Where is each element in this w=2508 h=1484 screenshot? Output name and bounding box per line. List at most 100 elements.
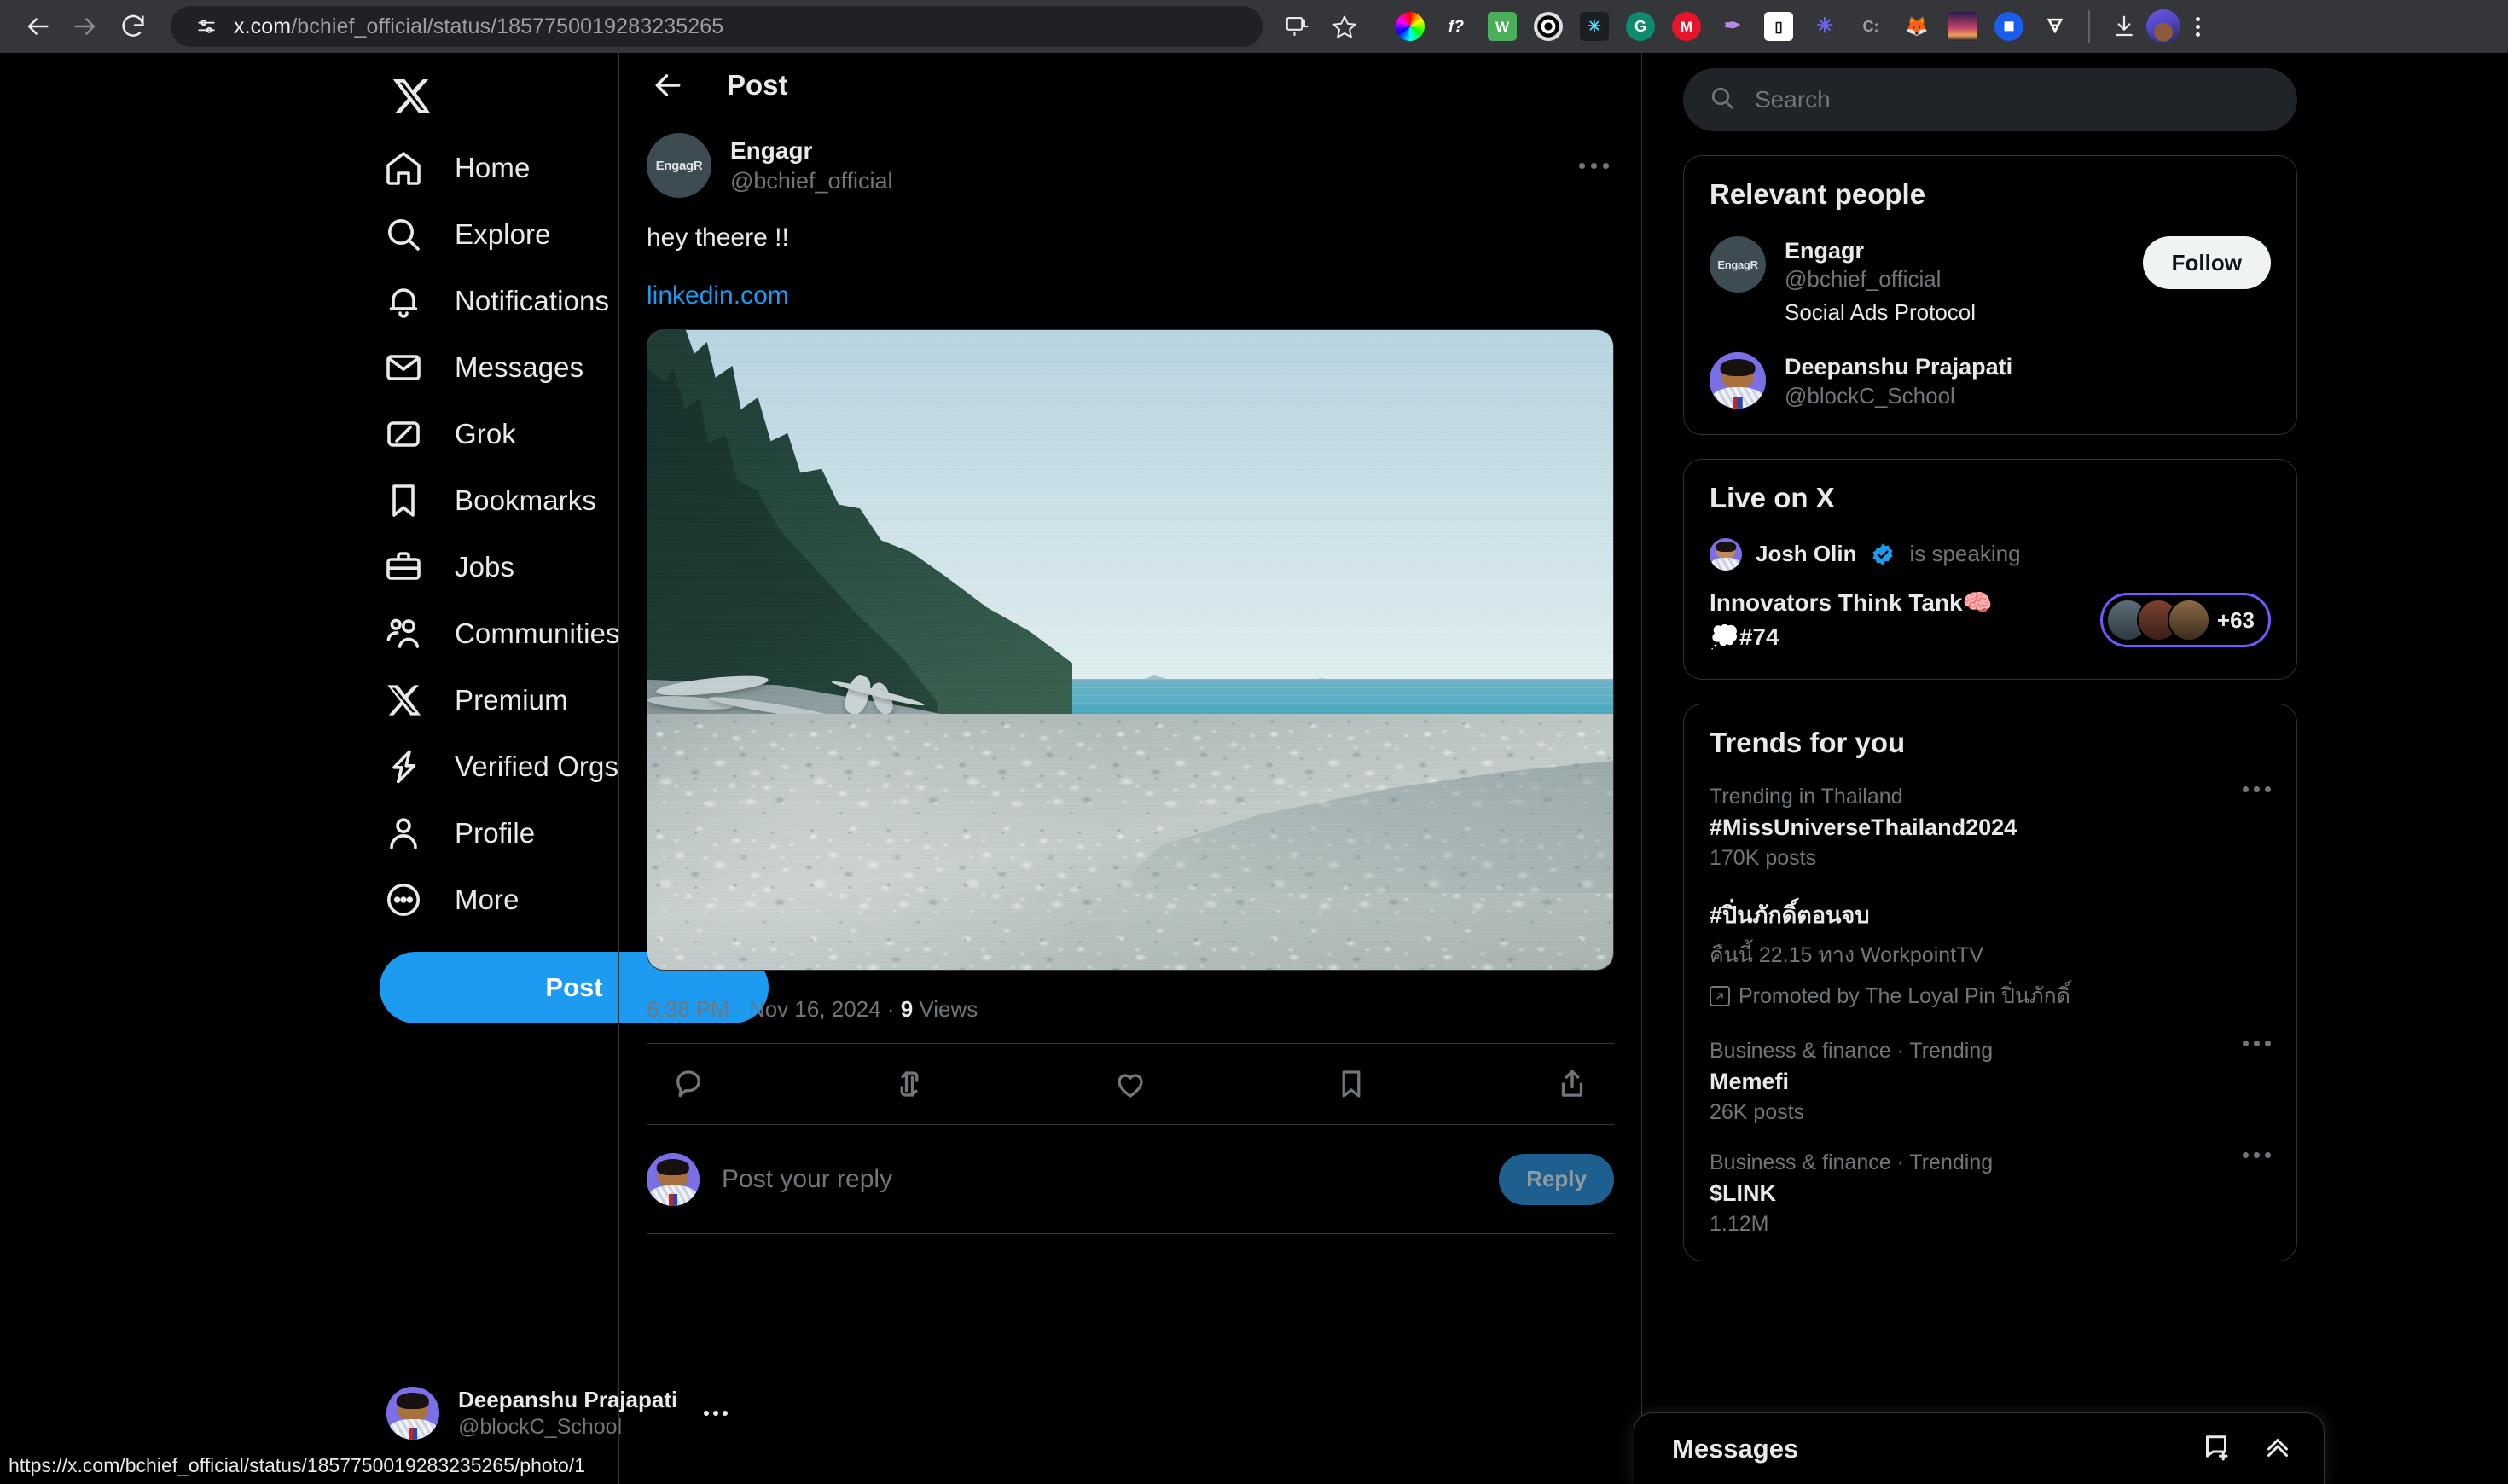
avatar[interactable]: EngagR — [647, 133, 711, 198]
target-rings-extension[interactable] — [1527, 5, 1570, 48]
relevant-people-title: Relevant people — [1710, 178, 1926, 210]
avatar — [2167, 599, 2210, 642]
blue-circle-extension[interactable]: ◼ — [1988, 5, 2030, 48]
post-author-name[interactable]: Engagr — [730, 136, 893, 166]
cast-icon[interactable] — [1274, 4, 1319, 49]
share-icon[interactable] — [1549, 1061, 1595, 1107]
follow-button[interactable]: Follow — [2142, 236, 2271, 289]
post-image[interactable] — [647, 329, 1614, 971]
three-dot-menu-icon[interactable] — [2180, 9, 2215, 43]
list-item[interactable]: #ปิ่นภักดิ์ตอนจบ คืนนี้ 22.15 ทาง Workpo… — [1710, 896, 2271, 1013]
search-icon — [381, 212, 426, 257]
address-bar[interactable]: x.com/bchief_official/status/18577500192… — [171, 6, 1263, 47]
color-picker-extension[interactable] — [1389, 5, 1431, 48]
messages-dock[interactable]: Messages — [1634, 1412, 2325, 1484]
listeners-count: +63 — [2216, 606, 2255, 633]
list-item[interactable]: Business & finance · Trending Memefi 26K… — [1710, 1039, 2271, 1125]
like-icon[interactable] — [1107, 1061, 1153, 1107]
post-link[interactable]: linkedin.com — [647, 281, 789, 310]
sidebar-item-label: More — [455, 884, 520, 915]
post-author-row: EngagR Engagr @bchief_official — [647, 118, 1614, 198]
sidebar-item-home[interactable]: Home — [378, 135, 659, 201]
trend-name[interactable]: $LINK — [1710, 1180, 2271, 1207]
search-placeholder: Search — [1755, 86, 1831, 113]
three-dot-menu-icon[interactable] — [2243, 1151, 2271, 1158]
x-logo-icon[interactable] — [380, 65, 443, 128]
back-arrow-icon[interactable] — [14, 3, 61, 50]
envelope-icon — [381, 345, 426, 390]
trend-category: Business & finance · Trending — [1710, 1150, 1994, 1174]
primary-navigation: Home Explore Notifications Messages Grok… — [183, 53, 769, 1484]
trend-name[interactable]: #MissUniverseThailand2024 — [1710, 814, 2271, 841]
briefcase-icon — [381, 545, 426, 589]
chrome-profile-avatar[interactable] — [2146, 9, 2180, 43]
reply-input[interactable]: Post your reply — [722, 1165, 1477, 1194]
live-on-x-card: Live on X Josh Olin is speaking Innovato… — [1683, 458, 2297, 680]
list-item[interactable]: Business & finance · Trending $LINK 1.12… — [1710, 1151, 2271, 1237]
sidebar-item-more[interactable]: More — [378, 867, 659, 933]
sidebar-item-notifications[interactable]: Notifications — [378, 268, 659, 334]
sidebar-item-profile[interactable]: Profile — [378, 800, 659, 867]
snowflake-extension[interactable]: ✳ — [1803, 5, 1846, 48]
sidebar-item-verified-orgs[interactable]: Verified Orgs — [378, 733, 659, 800]
post-views-count: 9 — [900, 996, 914, 1022]
trend-name[interactable]: Memefi — [1710, 1069, 2271, 1095]
three-dot-menu-icon[interactable] — [2243, 1040, 2271, 1046]
person-handle[interactable]: @blockC_School — [1785, 382, 2271, 410]
sidebar-item-communities[interactable]: Communities — [378, 600, 659, 667]
feather-pen-extension[interactable]: ✒ — [1711, 5, 1754, 48]
trend-description: คืนนี้ 22.15 ทาง WorkpointTV — [1710, 942, 1984, 967]
font-finder-extension[interactable]: f? — [1435, 5, 1478, 48]
reply-composer[interactable]: Post your reply Reply — [647, 1125, 1614, 1234]
star-icon[interactable] — [1322, 4, 1367, 49]
trend-name[interactable]: #ปิ่นภักดิ์ตอนจบ — [1710, 896, 2271, 933]
person-handle[interactable]: @bchief_official — [1785, 265, 2124, 293]
clarity-extension[interactable]: C: — [1849, 5, 1892, 48]
person-name[interactable]: Engagr — [1785, 236, 2124, 265]
relevant-people-card: Relevant people EngagR Engagr @bchief_of… — [1683, 155, 2297, 435]
search-input[interactable]: Search — [1683, 68, 2297, 131]
wappalyzer-extension[interactable]: W — [1481, 5, 1524, 48]
back-arrow-icon[interactable] — [647, 64, 689, 107]
sidebar-item-label: Home — [455, 152, 531, 183]
url-path: /bchief_official/status/1857750019283235… — [291, 14, 724, 38]
new-message-icon[interactable] — [2201, 1431, 2232, 1466]
space-title: Innovators Think Tank🧠 — [1710, 588, 1993, 616]
metamask-extension[interactable]: 🦊 — [1896, 5, 1938, 48]
bottle-extension[interactable]: 🜃 — [2034, 5, 2076, 48]
sidebar-item-label: Verified Orgs — [455, 751, 619, 782]
sidebar-item-jobs[interactable]: Jobs — [378, 534, 659, 600]
sidebar-item-label: Messages — [455, 351, 584, 383]
post-author-handle[interactable]: @bchief_official — [730, 166, 893, 196]
grammarly-extension[interactable]: G — [1619, 5, 1662, 48]
list-item[interactable]: Trending in Thailand #MissUniverseThaila… — [1710, 785, 2271, 871]
three-dot-menu-icon[interactable] — [2243, 785, 2271, 792]
download-icon[interactable] — [2102, 4, 2146, 49]
forward-arrow-icon[interactable] — [61, 3, 109, 50]
listeners-pill[interactable]: +63 — [2099, 593, 2271, 648]
speaker-name[interactable]: Josh Olin — [1756, 541, 1856, 567]
person-icon — [381, 811, 426, 855]
sunset-theme-extension[interactable] — [1942, 5, 1984, 48]
list-item[interactable]: EngagR Engagr @bchief_official Social Ad… — [1710, 236, 2271, 327]
reply-button[interactable]: Reply — [1499, 1153, 1614, 1205]
reload-icon[interactable] — [109, 3, 157, 50]
sidebar-item-explore[interactable]: Explore — [378, 201, 659, 268]
chevron-up-icon[interactable] — [2262, 1431, 2293, 1466]
repost-icon[interactable] — [886, 1061, 932, 1107]
sidebar-item-grok[interactable]: Grok — [378, 401, 659, 467]
tune-settings-icon[interactable] — [188, 8, 225, 45]
bookmark-icon[interactable] — [1328, 1061, 1374, 1107]
mailtrack-extension[interactable]: M — [1665, 5, 1708, 48]
list-item[interactable]: Deepanshu Prajapati @blockC_School — [1710, 352, 2271, 409]
sidebar-item-messages[interactable]: Messages — [378, 334, 659, 401]
mobile-view-extension[interactable]: ▯ — [1757, 5, 1800, 48]
sidebar-item-bookmarks[interactable]: Bookmarks — [378, 467, 659, 534]
sidebar-item-premium[interactable]: Premium — [378, 667, 659, 733]
reply-icon[interactable] — [665, 1061, 711, 1107]
live-on-x-title: Live on X — [1710, 481, 1835, 513]
person-name[interactable]: Deepanshu Prajapati — [1785, 352, 2271, 381]
three-dot-menu-icon[interactable] — [1579, 162, 1614, 169]
react-devtools-extension[interactable]: ✳ — [1573, 5, 1616, 48]
live-space-row[interactable]: Innovators Think Tank🧠 💭#74 +63 — [1710, 586, 2271, 655]
